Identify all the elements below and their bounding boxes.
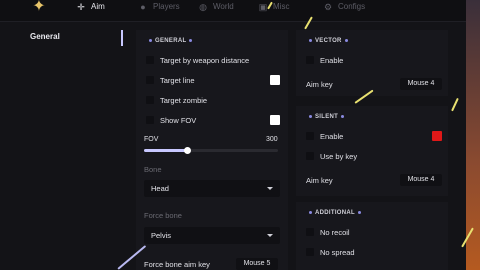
checkbox[interactable] <box>306 56 314 64</box>
vector-title: VECTOR <box>306 38 351 44</box>
additional-panel: ADDITIONAL No recoil No spread <box>296 202 448 270</box>
chevron-down-icon <box>267 187 273 190</box>
fov-value: 300 <box>266 136 278 143</box>
sidebar: General <box>22 22 122 270</box>
silent-panel: SILENT Enable Use by key Aim key Mouse 4 <box>296 106 448 196</box>
additional-title: ADDITIONAL <box>306 210 364 216</box>
option-label: Target line <box>160 75 195 85</box>
checkbox[interactable] <box>146 116 154 124</box>
option-show-fov[interactable]: Show FOV <box>146 114 196 126</box>
user-icon: ● <box>140 2 146 12</box>
force-bone-label: Force bone <box>144 211 182 220</box>
silent-title: SILENT <box>306 114 347 120</box>
option-label: Enable <box>320 131 344 141</box>
tab-misc-label: Misc <box>273 2 290 11</box>
force-bone-select-value: Pelvis <box>151 231 172 240</box>
force-bone-aim-key-label: Force bone aim key <box>144 260 210 269</box>
option-label: Enable <box>320 55 344 65</box>
option-target-line[interactable]: Target line <box>146 74 195 86</box>
checkbox[interactable] <box>306 132 314 140</box>
tab-aim-label: Aim <box>91 2 105 11</box>
fov-slider-fill <box>144 149 187 152</box>
checkbox[interactable] <box>306 228 314 236</box>
option-label: No recoil <box>320 227 350 237</box>
force-bone-aim-key-button[interactable]: Mouse 5 <box>236 258 278 270</box>
crosshair-icon: ✛ <box>77 2 85 12</box>
tab-world[interactable]: ◍ World <box>198 0 234 14</box>
option-no-recoil[interactable]: No recoil <box>306 226 350 238</box>
option-label: Use by key <box>320 151 358 161</box>
silent-use-by-key[interactable]: Use by key <box>306 150 357 162</box>
fov-label: FOV <box>144 136 159 143</box>
tab-players[interactable]: ● Players <box>138 0 180 14</box>
decor-streak <box>451 97 459 112</box>
silent-color-swatch[interactable] <box>432 131 442 141</box>
checkbox[interactable] <box>146 56 154 64</box>
tab-world-label: World <box>213 2 234 11</box>
silent-enable[interactable]: Enable <box>306 130 343 142</box>
top-bar: ✦ ✛ Aim ● Players ◍ World ▣ Misc ⚙ Confi… <box>0 0 466 22</box>
checkbox[interactable] <box>146 96 154 104</box>
bone-label: Bone <box>144 165 162 174</box>
tab-configs[interactable]: ⚙ Configs <box>323 0 365 14</box>
option-no-spread[interactable]: No spread <box>306 246 355 258</box>
silent-aim-key-label: Aim key <box>306 176 333 185</box>
bone-select-value: Head <box>151 184 169 193</box>
force-bone-select[interactable]: Pelvis <box>144 227 280 244</box>
sidebar-active-indicator <box>121 30 123 46</box>
option-label: No spread <box>320 247 355 257</box>
show-fov-color-swatch[interactable] <box>270 115 280 125</box>
tab-configs-label: Configs <box>338 2 366 11</box>
fov-slider-knob[interactable] <box>183 147 191 154</box>
option-label: Target by weapon distance <box>160 55 250 65</box>
target-line-color-swatch[interactable] <box>270 75 280 85</box>
tab-players-label: Players <box>153 2 180 11</box>
globe-icon: ◍ <box>199 2 207 12</box>
fov-slider[interactable] <box>144 147 278 154</box>
vector-enable[interactable]: Enable <box>306 54 343 66</box>
sidebar-item-general[interactable]: General <box>30 32 60 41</box>
gear-icon: ⚙ <box>323 2 333 12</box>
general-title: GENERAL <box>146 38 195 44</box>
vector-panel: VECTOR Enable Aim key Mouse 4 <box>296 30 448 96</box>
checkbox[interactable] <box>306 248 314 256</box>
vector-aim-key-button[interactable]: Mouse 4 <box>400 78 442 90</box>
logo-star-icon: ✦ <box>32 0 46 15</box>
checkbox[interactable] <box>306 152 314 160</box>
checkbox[interactable] <box>146 76 154 84</box>
general-panel: GENERAL Target by weapon distance Target… <box>136 30 288 270</box>
bone-select[interactable]: Head <box>144 180 280 197</box>
tab-aim[interactable]: ✛ Aim <box>76 0 105 14</box>
silent-aim-key-button[interactable]: Mouse 4 <box>400 174 442 186</box>
option-target-by-weapon-distance[interactable]: Target by weapon distance <box>146 54 249 66</box>
option-label: Target zombie <box>160 95 208 105</box>
menu-window: ✦ ✛ Aim ● Players ◍ World ▣ Misc ⚙ Confi… <box>0 0 474 270</box>
option-target-zombie[interactable]: Target zombie <box>146 94 207 106</box>
chevron-down-icon <box>267 234 273 237</box>
option-label: Show FOV <box>160 115 197 125</box>
tab-misc[interactable]: ▣ Misc <box>258 0 290 14</box>
vector-aim-key-label: Aim key <box>306 80 333 89</box>
